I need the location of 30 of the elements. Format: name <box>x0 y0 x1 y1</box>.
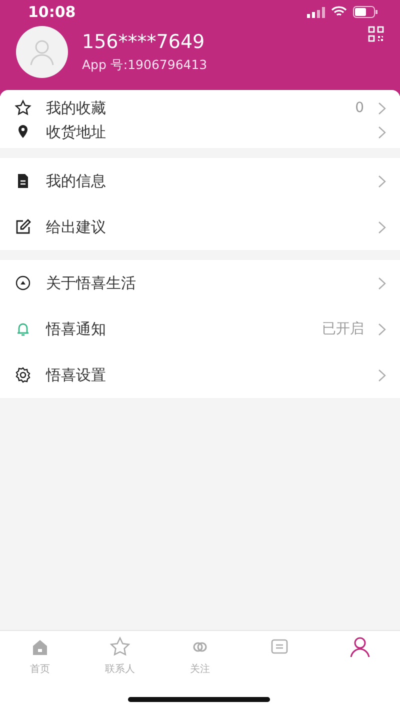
chevron-icon <box>378 276 386 290</box>
menu-item[interactable]: 我的收藏 <box>46 98 342 118</box>
menu-item[interactable]: 悟喜通知 <box>46 320 308 338</box>
menu-value: 0 <box>355 100 364 116</box>
avatar[interactable] <box>16 26 68 78</box>
menu-item[interactable]: 收货地址 <box>46 122 364 142</box>
menu-item[interactable]: 关于悟喜生活 <box>46 274 364 292</box>
menu-item[interactable]: 给出建议 <box>46 218 364 236</box>
battery-icon <box>353 6 378 18</box>
star-icon <box>14 99 32 117</box>
circle-icon <box>14 274 32 292</box>
qr-code-icon[interactable] <box>368 26 384 42</box>
chevron-icon <box>378 126 386 138</box>
app-id: App 号:1906796413 <box>82 56 208 74</box>
chevron-icon <box>378 220 386 234</box>
chevron-icon <box>378 322 386 336</box>
phone-number: 156****7649 <box>82 30 206 52</box>
menu-item[interactable]: 我的信息 <box>46 172 364 190</box>
status-time: 10:08 <box>28 3 76 21</box>
wifi-icon <box>331 6 347 18</box>
menu-item[interactable]: 悟喜设置 <box>46 366 364 384</box>
edit-icon <box>14 218 32 236</box>
star-icon <box>108 635 132 659</box>
settings-icon <box>14 366 32 384</box>
person-icon <box>348 635 372 659</box>
signal-icon <box>307 6 325 18</box>
menu-value: 已开启 <box>322 320 364 338</box>
chevron-icon <box>378 102 386 114</box>
chevron-icon <box>378 368 386 382</box>
chevron-icon <box>378 174 386 188</box>
